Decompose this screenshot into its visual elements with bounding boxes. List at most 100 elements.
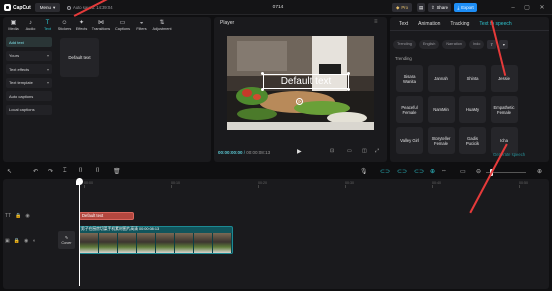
- tab-animation[interactable]: Animation: [413, 19, 445, 29]
- thumbnail: [137, 233, 156, 253]
- lock-icon[interactable]: 🔒: [14, 238, 20, 244]
- chip-narration[interactable]: Narration: [442, 40, 466, 49]
- zoom-out-icon[interactable]: ⊖: [476, 168, 481, 175]
- voice-card[interactable]: Storyteller Female: [427, 127, 455, 154]
- chip-indo[interactable]: Indo: [468, 40, 485, 49]
- menu-button[interactable]: Menu ▾: [35, 3, 60, 12]
- tab-label: Text: [399, 21, 409, 27]
- mic-icon[interactable]: 🎙: [360, 168, 368, 175]
- sidebar-item-text-effects[interactable]: Text effects ▾: [6, 64, 52, 74]
- voice-card[interactable]: Empathetic Female: [490, 96, 518, 123]
- resize-handle[interactable]: [261, 72, 264, 75]
- split-right-icon[interactable]: ⌷: [96, 168, 100, 175]
- eye-icon[interactable]: ◉: [24, 238, 28, 244]
- text-sidebar: Add text Yours ▾ Text effects ▾ Text templ…: [6, 37, 52, 118]
- sidebar-item-add-text[interactable]: Add text: [6, 37, 52, 47]
- adjustment-icon: ⇅: [159, 19, 165, 26]
- tool-text[interactable]: T Text: [39, 17, 56, 33]
- text-overlay-box[interactable]: Default text: [263, 74, 349, 89]
- voice-card[interactable]: Jannah: [427, 65, 455, 92]
- minimize-button[interactable]: –: [508, 3, 518, 12]
- voice-card[interactable]: NamMin: [427, 96, 455, 123]
- tool-label: Captions: [115, 26, 130, 31]
- maximize-button[interactable]: ▢: [522, 3, 532, 12]
- snapshot-icon[interactable]: ◫: [362, 148, 367, 154]
- tool-filters[interactable]: ◒ Filters: [133, 17, 150, 33]
- chip-english[interactable]: English: [418, 40, 440, 49]
- split-left-icon[interactable]: ⌷: [79, 168, 83, 175]
- rotate-icon[interactable]: ⟳: [296, 98, 303, 105]
- select-tool-icon[interactable]: ↖: [7, 168, 12, 175]
- resize-handle[interactable]: [347, 72, 350, 75]
- player-menu-icon[interactable]: ≡: [374, 19, 378, 25]
- export-button[interactable]: ⤓ Export: [454, 3, 477, 12]
- app-name: CapCut: [13, 4, 31, 11]
- thumbnail: [213, 233, 232, 253]
- screen-icon[interactable]: ▭: [460, 168, 466, 175]
- play-button[interactable]: ▶: [297, 148, 302, 155]
- audio-icon[interactable]: ◖: [32, 238, 35, 244]
- audio-icon: ♪: [29, 19, 32, 26]
- tool-captions[interactable]: ▭ Captions: [112, 17, 133, 33]
- tool-effects[interactable]: ✦ Effects: [73, 17, 90, 33]
- playhead[interactable]: [79, 178, 80, 286]
- cover-button[interactable]: ✎ Cover: [58, 231, 75, 249]
- playhead-handle[interactable]: [76, 178, 83, 185]
- auto-snapping-icon[interactable]: ⊂⊃: [397, 168, 407, 175]
- sidebar-item-text-template[interactable]: Text template ▾: [6, 77, 52, 88]
- undo-icon[interactable]: ↶: [33, 168, 38, 175]
- sidebar-item-auto-captions[interactable]: Auto captions: [6, 91, 52, 101]
- redo-icon[interactable]: ↷: [48, 168, 53, 175]
- voice-card[interactable]: Gadis Pucicik: [459, 127, 486, 154]
- lock-icon[interactable]: 🔒: [15, 213, 21, 219]
- share-button[interactable]: ⇪ Share: [428, 3, 451, 12]
- pencil-icon: ✎: [64, 236, 69, 240]
- resize-handle[interactable]: [261, 88, 264, 91]
- thumbnail: [118, 233, 137, 253]
- layout-button[interactable]: ▤: [417, 3, 425, 12]
- voice-card[interactable]: Valley Girl: [396, 127, 423, 154]
- tool-adjustment[interactable]: ⇅ Adjustment: [150, 17, 174, 33]
- tab-label: Text to speech: [479, 21, 512, 27]
- eye-icon[interactable]: ◉: [25, 213, 29, 219]
- default-text-card[interactable]: Default text: [60, 38, 99, 77]
- sidebar-item-local-captions[interactable]: Local captions: [6, 104, 52, 115]
- resize-handle[interactable]: [347, 88, 350, 91]
- voice-label: Empathetic Female: [493, 104, 515, 115]
- tool-audio[interactable]: ♪ Audio: [22, 17, 39, 33]
- main-track-magnet-icon[interactable]: ⊂⊃: [380, 168, 390, 175]
- voice-card[interactable]: Peaceful Female: [396, 96, 423, 123]
- capcut-logo-icon: [4, 4, 11, 11]
- align-icon[interactable]: ⇔: [441, 168, 447, 174]
- tab-text[interactable]: Text: [394, 19, 413, 29]
- fullscreen-icon[interactable]: ⤢: [375, 148, 379, 154]
- tab-tracking[interactable]: Tracking: [445, 19, 474, 29]
- chevron-down-icon[interactable]: ▾: [499, 40, 509, 49]
- fit-icon[interactable]: ⊡: [330, 148, 334, 154]
- close-button[interactable]: ✕: [537, 3, 547, 12]
- text-clip[interactable]: Default text: [79, 212, 134, 220]
- tool-media[interactable]: ▣ Media: [5, 17, 22, 33]
- chip-trending[interactable]: Trending: [393, 40, 416, 49]
- sidebar-item-label: Add text: [9, 39, 24, 45]
- tool-label: Adjustment: [152, 26, 172, 31]
- voice-card[interactable]: HuaMy: [459, 96, 486, 123]
- preview-axis-icon[interactable]: ⊕: [430, 168, 435, 175]
- voice-card[interactable]: Sisara Wanita: [396, 65, 423, 92]
- inspector-tabs: Text Animation Tracking Text to speech: [394, 19, 517, 29]
- voice-label: Valley Girl: [400, 138, 419, 143]
- ratio-icon[interactable]: ▭: [347, 148, 352, 154]
- voice-card[interactable]: Shinta: [459, 65, 486, 92]
- split-icon[interactable]: ⌶: [63, 168, 67, 175]
- chevron-down-icon: ▾: [46, 66, 49, 72]
- sidebar-item-yours[interactable]: Yours ▾: [6, 50, 52, 61]
- delete-icon[interactable]: 🗑: [113, 168, 121, 175]
- pro-button[interactable]: ◆ Pro: [392, 3, 412, 12]
- timeline-ruler[interactable]: 00:00 00:10 00:20 00:30 00:40 00:50: [80, 181, 550, 188]
- project-title: 0714: [272, 5, 284, 10]
- tool-transitions[interactable]: ⋈ Transitions: [90, 17, 112, 33]
- tool-stickers[interactable]: ☺ Stickers: [56, 17, 73, 33]
- linkage-icon[interactable]: ⊂⊃: [414, 168, 424, 175]
- zoom-in-icon[interactable]: ⊕: [537, 168, 542, 175]
- tab-text-to-speech[interactable]: Text to speech: [474, 19, 516, 29]
